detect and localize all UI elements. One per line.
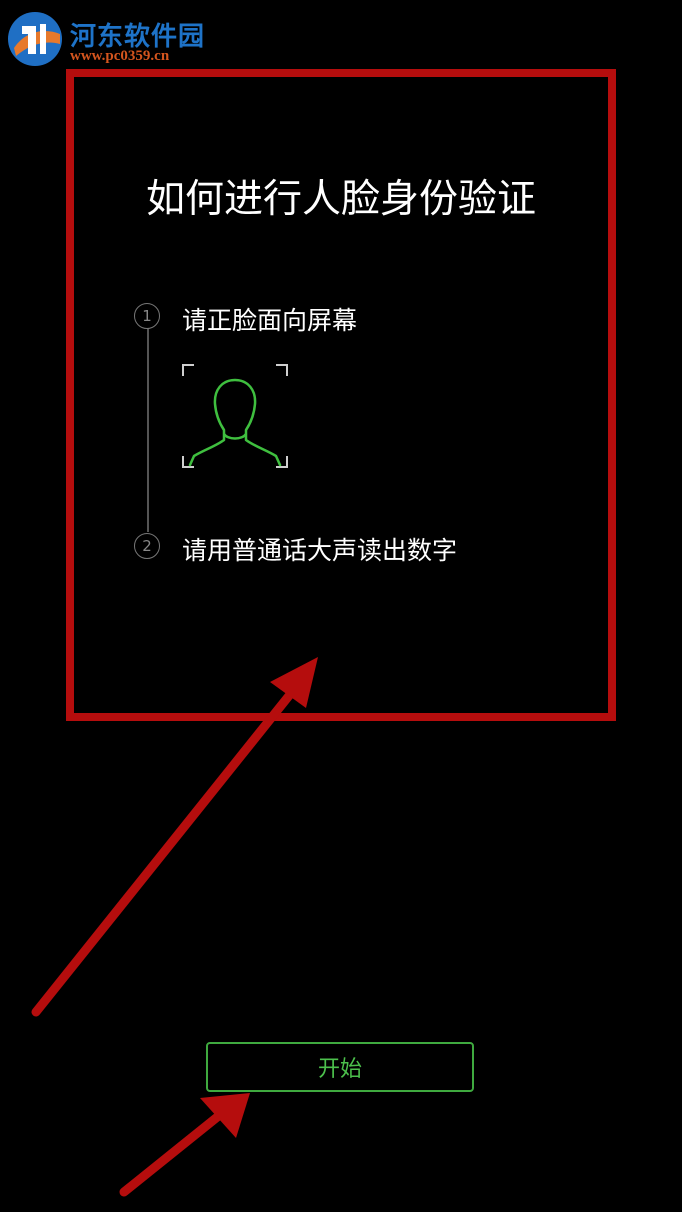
step-2-text: 请用普通话大声读出数字 xyxy=(182,536,458,565)
step-1-text: 请正脸面向屏幕 xyxy=(182,306,358,335)
page-title: 如何进行人脸身份验证 xyxy=(145,177,536,222)
start-button[interactable]: 开始 xyxy=(206,1042,474,1092)
arrow-to-start-button xyxy=(119,1093,250,1197)
face-scan-icon xyxy=(182,364,288,468)
watermark-url: www.pc0359.cn xyxy=(70,48,170,64)
site-logo-icon xyxy=(8,12,62,66)
step-2-number: 2 xyxy=(134,533,160,559)
watermark: 河东软件园 www.pc0359.cn xyxy=(6,8,216,68)
step-1-number: 1 xyxy=(134,303,160,329)
step-connector-line xyxy=(147,328,149,532)
